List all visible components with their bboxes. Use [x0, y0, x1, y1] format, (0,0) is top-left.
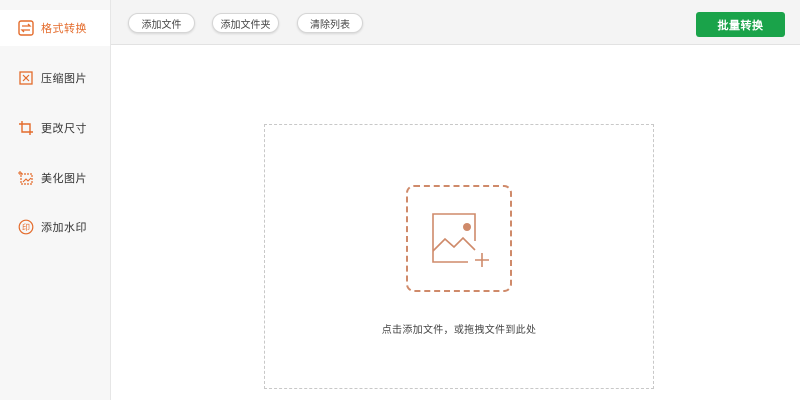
sidebar-item-resize[interactable]: 更改尺寸 — [0, 110, 110, 146]
batch-convert-button[interactable]: 批量转换 — [696, 12, 785, 37]
crop-icon — [19, 121, 33, 135]
file-drop-zone[interactable]: 点击添加文件，或拖拽文件到此处 — [264, 124, 654, 389]
beautify-icon — [18, 171, 33, 185]
sidebar-item-label: 格式转换 — [41, 22, 87, 35]
add-file-button[interactable]: 添加文件 — [128, 13, 195, 33]
sidebar-item-watermark[interactable]: 印 添加水印 — [0, 209, 110, 245]
convert-icon — [18, 20, 34, 36]
add-image-icon — [432, 213, 489, 267]
sidebar-item-format-convert[interactable]: 格式转换 — [0, 10, 110, 46]
sidebar-item-beautify[interactable]: 美化图片 — [0, 160, 110, 196]
compress-icon — [19, 71, 33, 85]
watermark-icon: 印 — [18, 219, 34, 235]
sidebar-item-label: 压缩图片 — [41, 72, 87, 85]
drop-hint-text: 点击添加文件，或拖拽文件到此处 — [381, 325, 537, 336]
clear-list-button[interactable]: 清除列表 — [297, 13, 363, 33]
sidebar-item-compress-image[interactable]: 压缩图片 — [0, 60, 110, 96]
sidebar-item-label: 添加水印 — [41, 221, 87, 234]
add-folder-button[interactable]: 添加文件夹 — [212, 13, 279, 33]
toolbar: 添加文件 添加文件夹 清除列表 批量转换 — [111, 0, 800, 45]
svg-text:印: 印 — [22, 223, 30, 232]
sidebar-item-label: 更改尺寸 — [41, 122, 87, 135]
add-image-tile[interactable] — [406, 185, 512, 292]
sidebar: 格式转换 压缩图片 更改尺寸 美化图片 印 添加水印 — [0, 0, 111, 400]
sidebar-item-label: 美化图片 — [41, 172, 87, 185]
